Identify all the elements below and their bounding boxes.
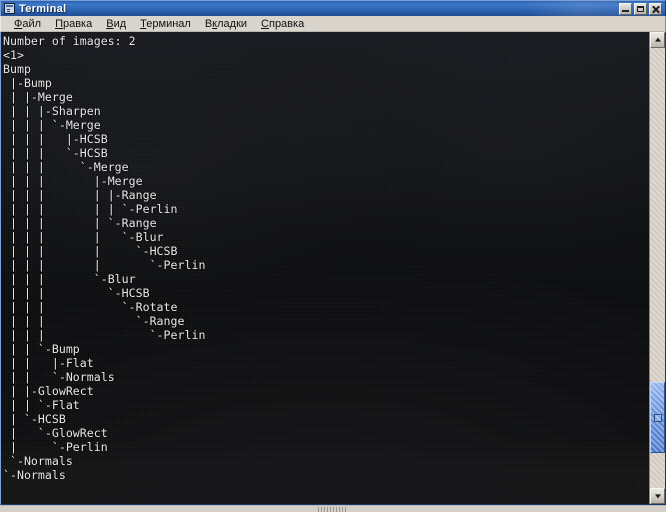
menu-item-tabs[interactable]: Вкладки xyxy=(198,18,254,30)
menu-item-terminal[interactable]: Терминал xyxy=(133,18,198,30)
menu-item-help-rest: правка xyxy=(268,17,305,30)
terminal-window: Terminal Файл Правка Вид Терминал Вкладк… xyxy=(0,0,666,512)
window-controls xyxy=(619,2,662,15)
menu-item-view-rest: ид xyxy=(113,17,127,30)
menubar: Файл Правка Вид Терминал Вкладки Справка xyxy=(0,16,666,32)
menu-item-file[interactable]: Файл xyxy=(7,18,48,30)
scroll-down-arrow-glyph xyxy=(654,494,661,499)
menu-item-help-mnemonic: С xyxy=(261,17,269,30)
menu-item-edit-rest: равка xyxy=(62,17,93,30)
window-title: Terminal xyxy=(19,2,67,15)
menu-item-tabs-rest: ладки xyxy=(217,17,248,30)
scrollbar-thumb[interactable] xyxy=(650,382,665,453)
terminal-body: Number of images: 2 <1> Bump |-Bump | |-… xyxy=(0,32,666,505)
window-bottom-strip xyxy=(0,505,666,512)
menu-item-view[interactable]: Вид xyxy=(99,18,133,30)
scroll-down-icon[interactable] xyxy=(650,488,665,504)
window-titlebar[interactable]: Terminal xyxy=(0,0,666,16)
scroll-up-arrow-glyph xyxy=(654,37,661,42)
close-button[interactable] xyxy=(649,2,662,15)
menu-item-file-rest: айл xyxy=(22,17,42,30)
terminal-screen[interactable]: Number of images: 2 <1> Bump |-Bump | |-… xyxy=(1,32,649,504)
menu-item-view-mnemonic: В xyxy=(106,17,114,30)
terminal-output: Number of images: 2 <1> Bump |-Bump | |-… xyxy=(3,34,206,482)
resize-grip[interactable] xyxy=(318,507,348,512)
menu-item-edit[interactable]: Правка xyxy=(48,18,99,30)
menu-item-edit-mnemonic: П xyxy=(55,17,63,30)
scrollbar-track[interactable] xyxy=(650,48,665,488)
scroll-up-icon[interactable] xyxy=(650,32,665,48)
menu-item-help[interactable]: Справка xyxy=(254,18,311,30)
vertical-scrollbar[interactable] xyxy=(649,32,665,504)
terminal-icon xyxy=(4,3,15,14)
menu-item-terminal-rest: ерминал xyxy=(146,17,191,30)
maximize-button[interactable] xyxy=(634,2,647,15)
minimize-button[interactable] xyxy=(619,2,632,15)
